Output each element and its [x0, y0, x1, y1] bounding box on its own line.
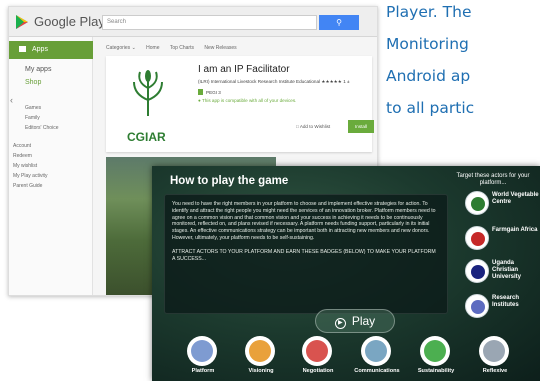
article-line: Android ap [386, 67, 471, 85]
article-text: Player. The Monitoring Android ap to all… [386, 0, 540, 124]
badge-reflexive[interactable]: Reflexive [474, 336, 516, 374]
badge-negotiation[interactable]: Negotiation [297, 336, 339, 374]
play-button[interactable]: ▶ Play [315, 309, 395, 333]
sidebar-link-wishlist[interactable]: My wishlist [13, 163, 37, 169]
search-button[interactable]: ⚲ [319, 15, 359, 30]
play-brand: Google Play [34, 14, 105, 29]
reflexive-badge-icon [479, 336, 509, 366]
nav-home[interactable]: Home [146, 45, 159, 51]
sidebar-apps[interactable]: Apps [9, 41, 93, 59]
wheat-logo-icon [133, 70, 163, 116]
actor-world-vegetable-centre[interactable]: World Vegetable Centre [465, 189, 539, 219]
actor-logo-fill [471, 232, 485, 246]
play-top-nav: Categories ⌄ Home Top Charts New Release… [106, 45, 246, 51]
search-input[interactable]: Search [102, 15, 317, 30]
badge-fill [191, 340, 213, 362]
play-logo-icon [16, 15, 28, 29]
cgiar-logo-text: CGIAR [127, 130, 166, 144]
actor-farmgain-africa[interactable]: Farmgain Africa [465, 224, 539, 254]
actor-label: Uganda Christian University [492, 260, 522, 280]
actor-logo-icon [465, 226, 489, 250]
badge-fill [483, 340, 505, 362]
actor-logo-fill [471, 265, 485, 279]
sidebar-item-my-apps[interactable]: My apps [25, 66, 51, 73]
pegi-label: PEGI 3 [206, 90, 221, 95]
badge-label: Negotiation [302, 368, 334, 374]
article-line: Monitoring [386, 35, 469, 53]
badge-label: Reflexive [482, 368, 508, 374]
badge-communications[interactable]: Communications [354, 336, 400, 374]
instructions-text: You need to have the right members in yo… [172, 201, 436, 241]
wishlist-label: Add to Wishlist [299, 124, 331, 129]
badge-platform[interactable]: Platform [182, 336, 224, 374]
nav-new-releases[interactable]: New Releases [204, 45, 236, 51]
platform-badge-icon [187, 336, 217, 366]
sidebar-item-shop[interactable]: Shop [25, 79, 41, 86]
communications-badge-icon [361, 336, 391, 366]
badge-label: Platform [191, 368, 215, 374]
app-card: CGIAR I am an IP Facilitator (ILRI) Inte… [106, 56, 374, 152]
compat-text: This app is compatible with all of your … [201, 98, 297, 103]
target-actors-title: Target these actors for your platform... [456, 173, 530, 186]
article-line: Player. The [386, 3, 472, 21]
composite-screenshot: Player. The Monitoring Android ap to all… [0, 0, 540, 381]
sidebar-link-play-activity[interactable]: My Play activity [13, 173, 47, 179]
nav-categories[interactable]: Categories ⌄ [106, 45, 136, 51]
sidebar-link-redeem[interactable]: Redeem [13, 153, 32, 159]
play-label: Play [351, 314, 376, 328]
actor-label: Research Institutes [492, 295, 520, 308]
actor-label: Farmgain Africa [492, 227, 538, 233]
content-rating: PEGI 3 [198, 89, 221, 95]
nav-top-charts[interactable]: Top Charts [170, 45, 194, 51]
apps-icon [19, 45, 26, 52]
game-title: How to play the game [170, 175, 289, 187]
badge-label: Visioning [248, 368, 274, 374]
sidebar-link-parent-guide[interactable]: Parent Guide [13, 183, 42, 189]
sidebar-link-account[interactable]: Account [13, 143, 31, 149]
badge-fill [424, 340, 446, 362]
play-header: Google Play Search ⚲ [9, 7, 377, 37]
actor-uganda-christian-university[interactable]: Uganda Christian University [465, 257, 539, 287]
chevron-left-icon[interactable]: ‹ [10, 95, 13, 105]
badge-sustainability[interactable]: Sustainability [415, 336, 457, 374]
actor-research-institutes[interactable]: Research Institutes [465, 292, 539, 322]
play-icon: ▶ [334, 318, 346, 329]
negotiation-badge-icon [302, 336, 332, 366]
apps-label: Apps [32, 46, 48, 53]
actor-logo-fill [471, 197, 485, 211]
sidebar-item-editors-choice[interactable]: Editors' Choice [25, 125, 58, 131]
badge-label: Communications [354, 368, 400, 374]
actor-label: World Vegetable Centre [492, 192, 539, 205]
actor-logo-icon [465, 191, 489, 215]
search-icon: ⚲ [336, 18, 342, 27]
bookmark-icon: □ [296, 124, 299, 129]
sidebar-item-family[interactable]: Family [25, 115, 40, 121]
install-button[interactable]: Install [348, 120, 374, 133]
play-sidebar: Apps My apps Shop ‹ Games Family Editors… [9, 37, 93, 295]
instructions-panel: You need to have the right members in yo… [164, 194, 448, 314]
app-title: I am an IP Facilitator [198, 64, 290, 75]
pegi-icon [198, 89, 203, 95]
badge-label: Sustainability [417, 368, 455, 374]
badge-fill [249, 340, 271, 362]
badge-fill [365, 340, 387, 362]
actor-logo-icon [465, 259, 489, 283]
article-line: to all partic [386, 99, 475, 117]
badge-fill [306, 340, 328, 362]
compat-note: ● This app is compatible with all of you… [198, 98, 297, 103]
badge-visioning[interactable]: Visioning [240, 336, 282, 374]
sustainability-badge-icon [420, 336, 450, 366]
app-developer[interactable]: (ILRI) International Livestock Research … [198, 79, 350, 85]
instructions-cta: ATTRACT ACTORS TO YOUR PLATFORM AND EARN… [172, 248, 436, 262]
actor-logo-fill [471, 300, 485, 314]
actor-logo-icon [465, 294, 489, 318]
app-icon: CGIAR [116, 64, 180, 144]
game-screenshot: How to play the game You need to have th… [152, 166, 540, 381]
sidebar-item-games[interactable]: Games [25, 105, 41, 111]
visioning-badge-icon [245, 336, 275, 366]
wishlist-button[interactable]: □ Add to Wishlist [296, 124, 330, 129]
